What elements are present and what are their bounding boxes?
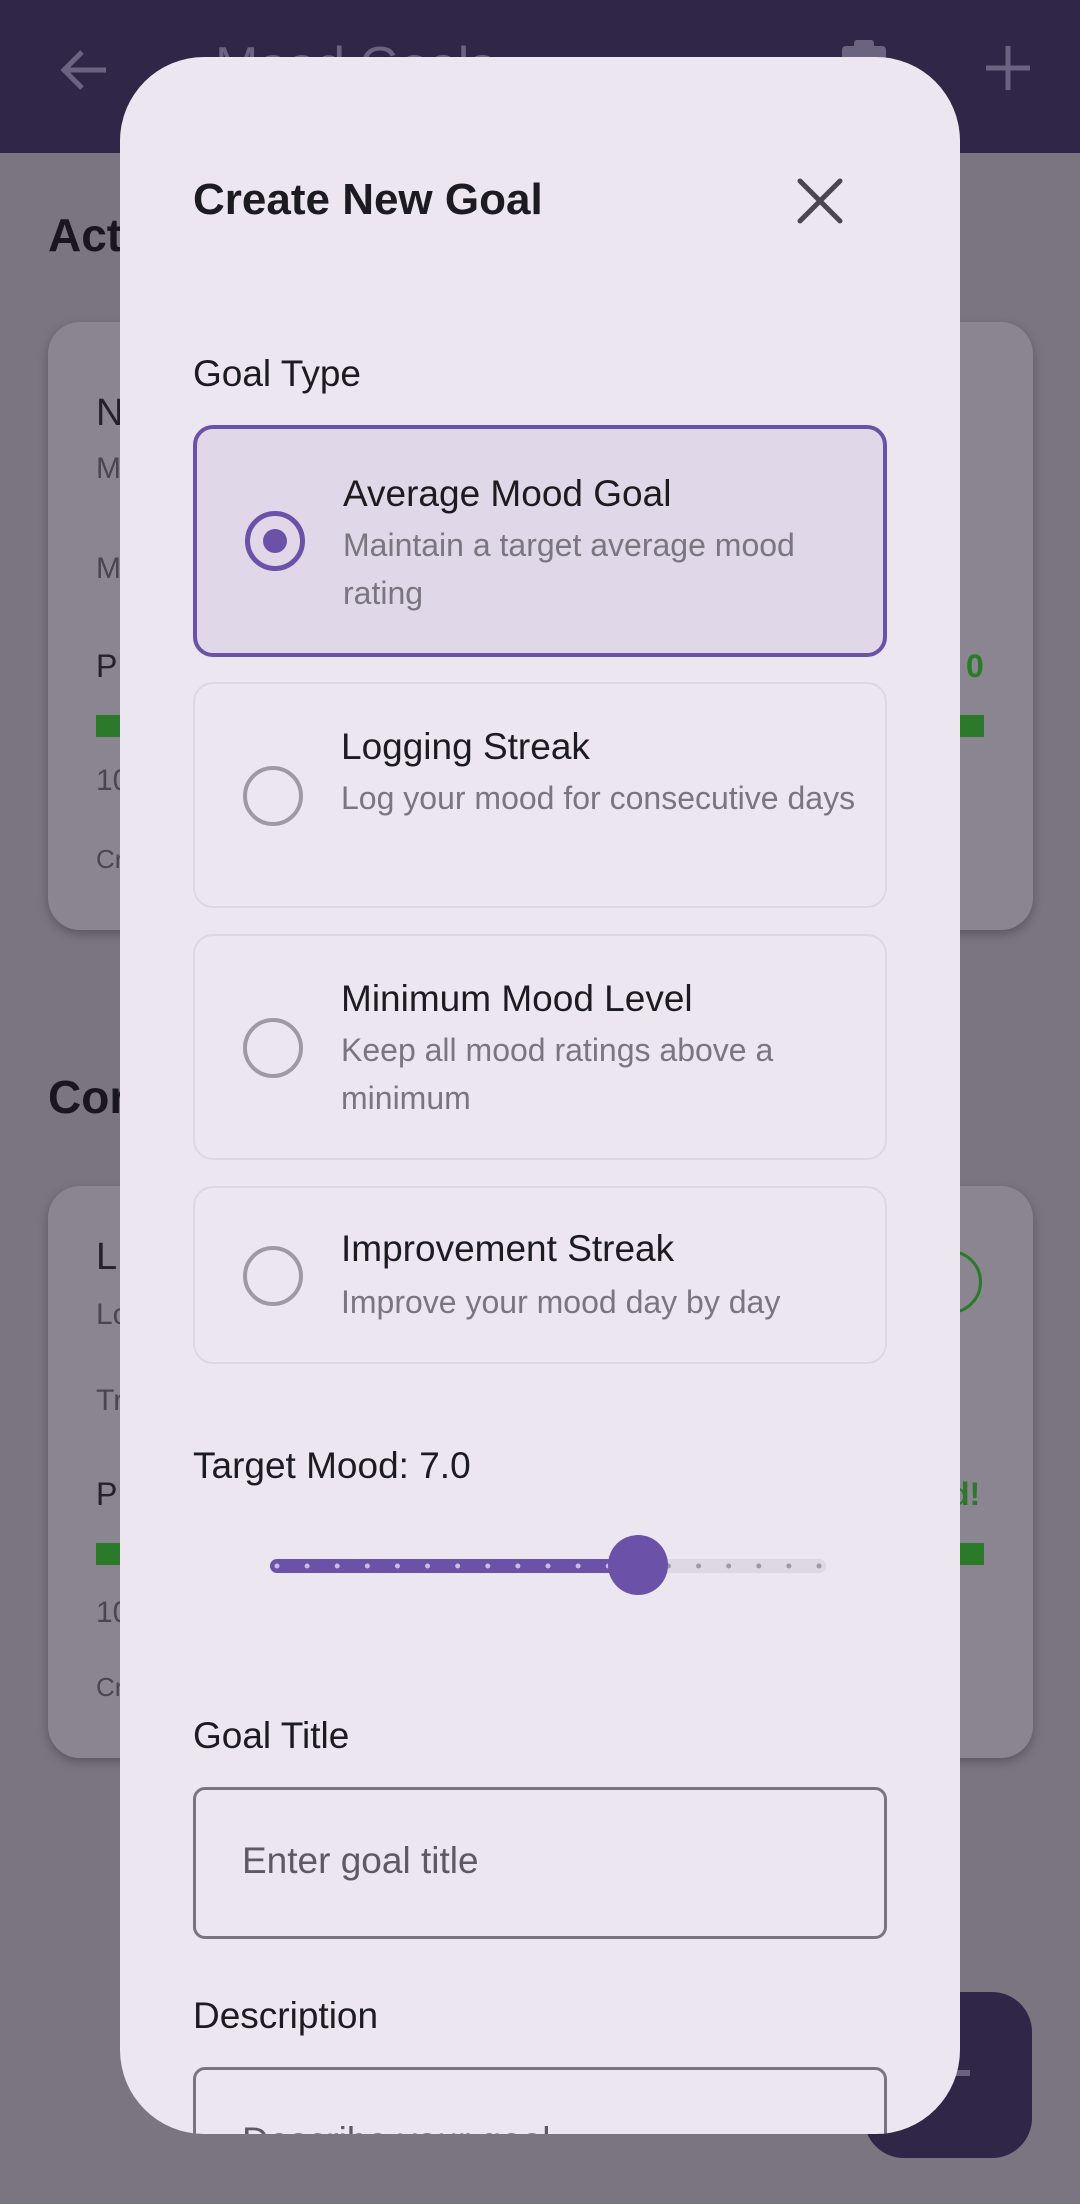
target-mood-slider[interactable] <box>270 1559 826 1573</box>
slider-tick <box>304 1563 310 1569</box>
option-description: Improve your mood day by day <box>341 1284 781 1320</box>
option-title: Logging Streak <box>341 726 590 767</box>
goal-title-input[interactable]: Enter goal title <box>193 1787 887 1939</box>
radio-button[interactable] <box>243 766 303 826</box>
plus-icon[interactable] <box>980 40 1036 96</box>
slider-tick <box>334 1563 340 1569</box>
goal-type-option-average[interactable]: Average Mood Goal Maintain a target aver… <box>193 425 887 657</box>
card-progress-label: P <box>96 648 118 684</box>
slider-tick <box>274 1563 280 1569</box>
option-title: Minimum Mood Level <box>341 978 693 1019</box>
slider-tick <box>816 1563 822 1569</box>
slider-tick <box>455 1563 461 1569</box>
slider-tick <box>756 1563 762 1569</box>
option-description: Keep all mood ratings above a minimum <box>341 1032 774 1116</box>
card-subtitle: M <box>96 452 121 485</box>
goal-type-option-improvement[interactable]: Improvement Streak Improve your mood day… <box>193 1186 887 1364</box>
slider-ticks <box>274 1563 822 1569</box>
option-description: Maintain a target average mood rating <box>343 527 795 611</box>
goal-type-option-streak[interactable]: Logging Streak Log your mood for consecu… <box>193 682 887 908</box>
slider-tick <box>726 1563 732 1569</box>
card-progress-label: P <box>96 1476 118 1512</box>
description-label: Description <box>193 1995 379 2036</box>
description-input[interactable]: Describe your goal <box>193 2067 887 2134</box>
completed-goals-heading: Cor <box>48 1071 128 1123</box>
slider-tick <box>575 1563 581 1569</box>
goal-type-label: Goal Type <box>193 353 361 394</box>
card-row: M <box>96 552 121 585</box>
slider-tick <box>394 1563 400 1569</box>
close-icon[interactable] <box>788 169 852 233</box>
slider-thumb[interactable] <box>608 1535 669 1595</box>
create-goal-dialog: Create New Goal Goal Type Average Mood G… <box>120 57 960 2134</box>
dialog-title: Create New Goal <box>193 175 543 224</box>
arrow-left-icon[interactable] <box>56 42 112 98</box>
slider-tick <box>485 1563 491 1569</box>
target-mood-label: Target Mood: 7.0 <box>193 1445 471 1486</box>
progress-bar-end <box>960 1543 984 1565</box>
card-title: L <box>96 1236 118 1278</box>
slider-tick <box>545 1563 551 1569</box>
goal-type-option-minimum[interactable]: Minimum Mood Level Keep all mood ratings… <box>193 934 887 1160</box>
active-goals-heading: Act <box>48 209 123 261</box>
goal-title-placeholder: Enter goal title <box>242 1840 479 1881</box>
description-placeholder: Describe your goal <box>242 2120 550 2134</box>
progress-bar-end <box>960 715 984 737</box>
slider-tick <box>786 1563 792 1569</box>
radio-button[interactable] <box>243 1246 303 1306</box>
goal-title-label: Goal Title <box>193 1715 350 1756</box>
slider-tick <box>364 1563 370 1569</box>
option-description: Log your mood for consecutive days <box>341 780 856 816</box>
radio-button[interactable] <box>243 1018 303 1078</box>
option-title: Improvement Streak <box>341 1228 675 1269</box>
slider-tick <box>515 1563 521 1569</box>
slider-tick <box>425 1563 431 1569</box>
option-title: Average Mood Goal <box>343 473 672 514</box>
slider-tick <box>696 1563 702 1569</box>
card-progress-value: 0 <box>966 648 984 684</box>
radio-button[interactable] <box>245 511 305 571</box>
